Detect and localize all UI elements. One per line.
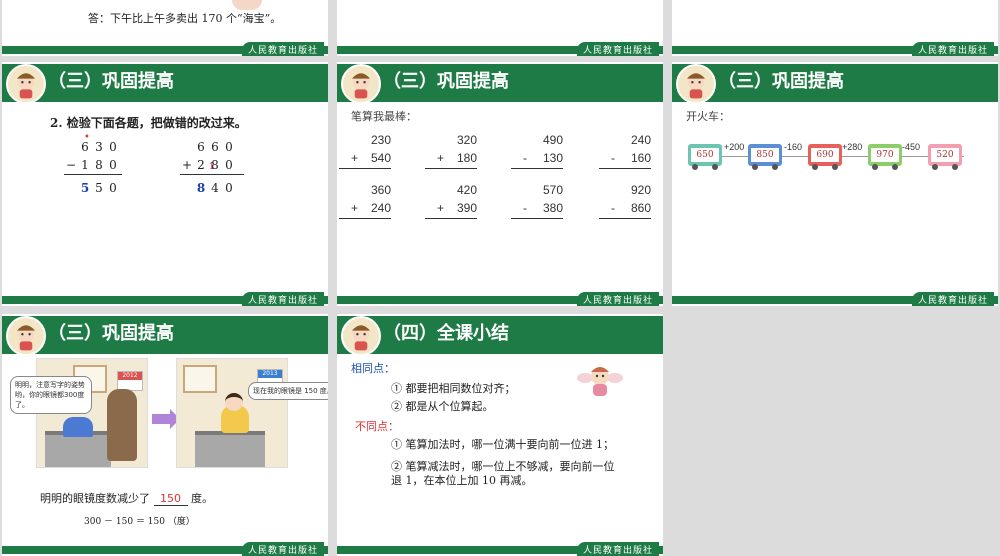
train-car: 850 <box>748 144 782 170</box>
slide-header: （三）巩固提高 <box>2 316 328 356</box>
diff-item: ① 笔算加法时，哪一位满十要向前一位进 1； <box>391 438 614 451</box>
mascot-logo-icon <box>341 64 381 104</box>
speech-bubble-child: 现在我的眼镜是 150 度。 <box>248 382 328 400</box>
angel-mascot-icon <box>577 362 623 398</box>
slide-header: （三）巩固提高 <box>672 64 998 104</box>
carry-dot: • <box>84 132 90 143</box>
calc-problem: 230 +540 <box>339 131 391 169</box>
mother-figure <box>107 389 137 461</box>
publisher-tag: 人民教育出版社 <box>242 292 324 306</box>
corrected-digit: 8 <box>196 181 206 195</box>
answer-sentence: 明明的眼镜度数减少了 150 度。 <box>40 492 213 506</box>
child-figure <box>63 417 93 437</box>
corrected-digit: 5 <box>80 181 90 195</box>
vertical-calc-2: 660 +2 8 0 1 840 <box>180 138 244 197</box>
vertical-calc-1: • 630 −1 8 0 550 <box>64 132 122 197</box>
calc-problem: 490-130 <box>511 131 563 169</box>
operator-label: +280 <box>842 142 863 152</box>
publisher-tag: 人民教育出版社 <box>577 542 659 556</box>
slide-title: （三）巩固提高 <box>383 71 509 92</box>
diff-label: 不同点： <box>355 420 399 433</box>
operator-label: -160 <box>784 142 803 152</box>
publisher-tag: 人民教育出版社 <box>242 42 324 56</box>
operator-label: +200 <box>724 142 745 152</box>
calc-problem: 420 +390 <box>425 181 477 219</box>
answer-text: 答：下午比上午多卖出 170 个“海宝”。 <box>88 12 282 25</box>
calc-problem: 570-380 <box>511 181 563 219</box>
slide-3[interactable]: 人民教育出版社 <box>672 0 998 56</box>
operator-label: -450 <box>902 142 921 152</box>
publisher-tag: 人民教育出版社 <box>577 42 659 56</box>
slide-1[interactable]: 答：下午比上午多卖出 170 个“海宝”。 人民教育出版社 <box>2 0 328 56</box>
calc-problem: 240-160 <box>599 131 651 169</box>
calc-problem: 320 +180 <box>425 131 477 169</box>
answer-blank[interactable]: 150 <box>153 492 188 506</box>
slide-title: （三）巩固提高 <box>48 323 174 344</box>
question-text: 2. 检验下面各题，把做错的改过来。 <box>50 116 247 130</box>
angel-fragment-icon <box>232 0 262 10</box>
publisher-tag: 人民教育出版社 <box>242 542 324 556</box>
speech-bubble-mother: 明明，注意写字的姿势哟，你的眼镜都300度了。 <box>10 376 92 414</box>
slide-title: （三）巩固提高 <box>718 71 844 92</box>
publisher-tag: 人民教育出版社 <box>577 292 659 306</box>
train-car: 520 <box>928 144 962 170</box>
same-label: 相同点： <box>351 362 395 375</box>
child-head <box>225 393 243 411</box>
equation-text: 300 － 150 ＝ 150 （度） <box>84 517 195 527</box>
mascot-logo-icon <box>676 64 716 104</box>
slide-8[interactable]: （四）全课小结 相同点： ① 都要把相同数位对齐； ② 都是从个位算起。 不同点… <box>337 314 663 556</box>
slide-header: （三）巩固提高 <box>337 64 663 104</box>
slide-7[interactable]: （三）巩固提高 2012 明明，注意写字的姿势哟，你的眼镜都300度了。 201… <box>2 314 328 556</box>
intro-text: 开火车： <box>686 110 730 123</box>
slide-4[interactable]: （三）巩固提高 2. 检验下面各题，把做错的改过来。 • 630 −1 8 0 55… <box>2 62 328 306</box>
slide-title: （三）巩固提高 <box>48 71 174 92</box>
window-icon <box>183 365 217 393</box>
calendar-icon: 2012 <box>117 371 143 391</box>
mascot-logo-icon <box>6 316 46 356</box>
intro-text: 笔算我最棒： <box>351 110 417 123</box>
calc-problem: 360 +240 <box>339 181 391 219</box>
slide-5[interactable]: （三）巩固提高 笔算我最棒： 230 +540 320 +180 490-130 2… <box>337 62 663 306</box>
illustration-right: 2013 <box>176 358 288 468</box>
train: 650 +200 850 -160 690 +280 970 -450 520 <box>688 142 968 174</box>
same-item: ① 都要把相同数位对齐； <box>391 382 516 395</box>
publisher-tag: 人民教育出版社 <box>912 292 994 306</box>
mascot-logo-icon <box>6 64 46 104</box>
desk-shape <box>195 431 265 467</box>
publisher-tag: 人民教育出版社 <box>912 42 994 56</box>
carry-mark: 1 <box>209 162 215 172</box>
slide-6[interactable]: （三）巩固提高 开火车： 650 +200 850 -160 690 +280 … <box>672 62 998 306</box>
train-car: 970 <box>868 144 902 170</box>
slide-header: （四）全课小结 <box>337 316 663 356</box>
slide-2[interactable]: 人民教育出版社 <box>337 0 663 56</box>
train-car: 650 <box>688 144 722 170</box>
diff-item-cont: 退 1，在本位上加 10 再减。 <box>391 474 533 487</box>
arrow-right-icon <box>152 414 172 424</box>
mascot-logo-icon <box>341 316 381 356</box>
train-car: 690 <box>808 144 842 170</box>
calc-problem: 920-860 <box>599 181 651 219</box>
slide-header: （三）巩固提高 <box>2 64 328 104</box>
slide-title: （四）全课小结 <box>383 323 509 344</box>
same-item: ② 都是从个位算起。 <box>391 400 494 413</box>
